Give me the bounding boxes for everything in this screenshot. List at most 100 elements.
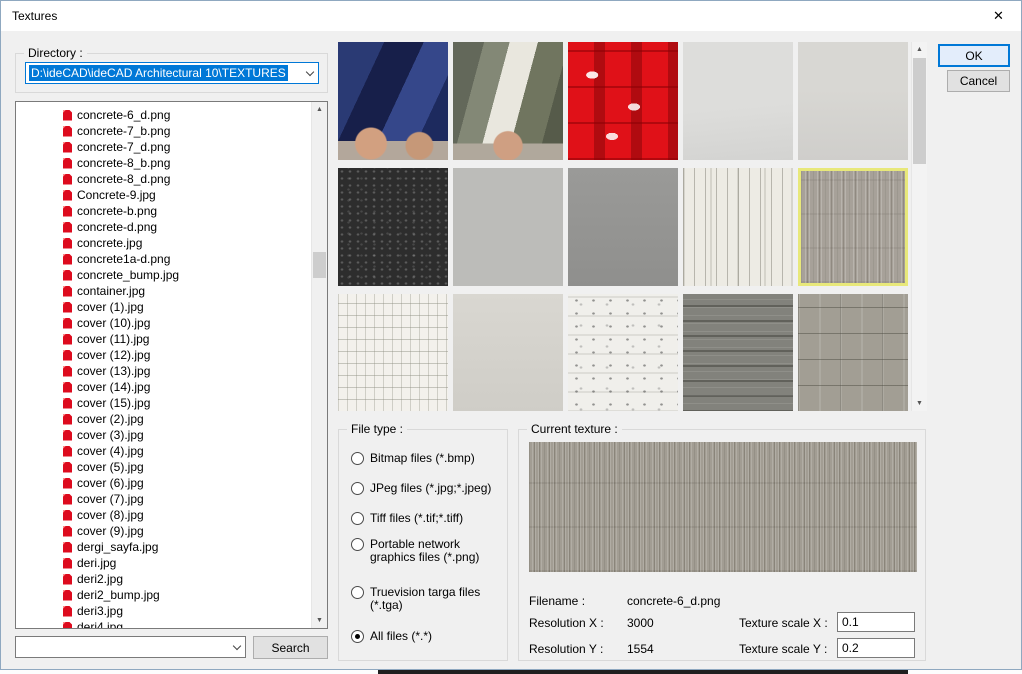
texture-thumbnail-gray-medium[interactable] (568, 168, 678, 286)
texture-thumbnail-fabric-people[interactable] (453, 42, 563, 160)
texture-thumbnail-cola-cans[interactable] (568, 42, 678, 160)
file-list-item[interactable]: concrete-7_d.png (63, 139, 307, 155)
file-icon (63, 302, 72, 313)
chevron-down-icon (305, 67, 313, 75)
file-list-item[interactable]: concrete-d.png (63, 219, 307, 235)
search-combobox[interactable] (15, 636, 246, 658)
file-list-item[interactable]: deri.jpg (63, 555, 307, 571)
texture-thumbnail-asphalt-dark[interactable] (338, 168, 448, 286)
file-list-item[interactable]: concrete-b.png (63, 203, 307, 219)
texture-thumbnail-concrete-grain[interactable] (798, 168, 908, 286)
file-list-scrollbar-thumb[interactable] (313, 252, 326, 278)
filename-label: Filename : (529, 594, 585, 608)
directory-dropdown-button[interactable] (301, 63, 318, 83)
file-type-option[interactable]: Truevision targa files (*.tga) (351, 586, 501, 612)
file-name-label: concrete1a-d.png (77, 252, 170, 266)
file-list-item[interactable]: concrete_bump.jpg (63, 267, 307, 283)
file-icon (63, 142, 72, 153)
file-list-item[interactable]: deri3.jpg (63, 603, 307, 619)
scroll-up-icon[interactable]: ▲ (912, 42, 927, 57)
scroll-down-icon[interactable]: ▼ (312, 613, 327, 628)
file-list-item[interactable]: concrete-8_d.png (63, 171, 307, 187)
file-list-item[interactable]: cover (4).jpg (63, 443, 307, 459)
file-list-item[interactable]: deri4.jpg (63, 619, 307, 629)
cancel-button[interactable]: Cancel (947, 70, 1010, 92)
search-button[interactable]: Search (253, 636, 328, 659)
file-name-label: deri.jpg (77, 556, 116, 570)
file-list-item[interactable]: cover (14).jpg (63, 379, 307, 395)
texture-thumbnail-denim-people[interactable] (338, 42, 448, 160)
file-name-label: concrete-d.png (77, 220, 157, 234)
file-list-item[interactable]: cover (6).jpg (63, 475, 307, 491)
file-type-option[interactable]: All files (*.*) (351, 630, 501, 643)
texture-scale-y-input[interactable] (837, 638, 915, 658)
thumbnail-scrollbar-thumb[interactable] (913, 58, 926, 164)
thumbnail-scrollbar[interactable]: ▲ ▼ (911, 42, 927, 411)
texture-thumbnail-paper-light-b[interactable] (798, 42, 908, 160)
radio-icon (351, 538, 364, 551)
texture-thumbnail-marble-specks[interactable] (568, 294, 678, 411)
texture-thumbnail-plaster-plain[interactable] (453, 294, 563, 411)
file-icon (63, 158, 72, 169)
texture-thumbnail-concrete-blocks[interactable] (798, 294, 908, 411)
file-icon (63, 590, 72, 601)
file-list-item[interactable]: cover (1).jpg (63, 299, 307, 315)
file-list-item[interactable]: concrete-6_d.png (63, 107, 307, 123)
file-icon (63, 318, 72, 329)
file-list-item[interactable]: container.jpg (63, 283, 307, 299)
file-type-option[interactable]: Portable network graphics files (*.png) (351, 538, 501, 564)
file-type-option-label: Portable network graphics files (*.png) (370, 538, 501, 564)
file-type-option[interactable]: Tiff files (*.tif;*.tiff) (351, 512, 501, 525)
file-list-item[interactable]: cover (8).jpg (63, 507, 307, 523)
texture-thumbnail-tile-grid[interactable] (338, 294, 448, 411)
search-dropdown-button[interactable] (228, 637, 245, 657)
directory-combobox[interactable]: D:\ideCAD\ideCAD Architectural 10\TEXTUR… (25, 62, 319, 84)
file-name-label: cover (9).jpg (77, 524, 144, 538)
file-name-label: cover (14).jpg (77, 380, 150, 394)
file-list-item[interactable]: deri2_bump.jpg (63, 587, 307, 603)
close-button[interactable]: ✕ (976, 1, 1021, 31)
file-list-item[interactable]: cover (13).jpg (63, 363, 307, 379)
file-list-item[interactable]: concrete-8_b.png (63, 155, 307, 171)
titlebar[interactable]: Textures (1, 1, 1021, 31)
ok-button[interactable]: OK (938, 44, 1010, 67)
file-list-item[interactable]: concrete-7_b.png (63, 123, 307, 139)
texture-thumbnail-plaster-striped[interactable] (683, 168, 793, 286)
file-type-option[interactable]: JPeg files (*.jpg;*.jpeg) (351, 482, 501, 495)
file-list-item[interactable]: cover (15).jpg (63, 395, 307, 411)
texture-scale-x-input[interactable] (837, 612, 915, 632)
resolution-y-value: 1554 (627, 642, 654, 656)
scroll-down-icon[interactable]: ▼ (912, 396, 927, 411)
file-name-label: cover (6).jpg (77, 476, 144, 490)
radio-icon (351, 586, 364, 599)
file-list-item[interactable]: deri2.jpg (63, 571, 307, 587)
file-list-item[interactable]: cover (3).jpg (63, 427, 307, 443)
file-name-label: deri2_bump.jpg (77, 588, 160, 602)
file-icon (63, 606, 72, 617)
file-list-item[interactable]: dergi_sayfa.jpg (63, 539, 307, 555)
file-name-label: cover (7).jpg (77, 492, 144, 506)
file-name-label: cover (3).jpg (77, 428, 144, 442)
file-icon (63, 446, 72, 457)
file-icon (63, 270, 72, 281)
file-list-scrollbar[interactable]: ▲ ▼ (311, 102, 327, 628)
chevron-down-icon (232, 641, 240, 649)
file-type-option[interactable]: Bitmap files (*.bmp) (351, 452, 501, 465)
file-name-label: cover (4).jpg (77, 444, 144, 458)
texture-thumbnail-concrete-dark[interactable] (683, 294, 793, 411)
texture-thumbnail-paper-light-a[interactable] (683, 42, 793, 160)
file-list-item[interactable]: concrete1a-d.png (63, 251, 307, 267)
file-list-item[interactable]: cover (2).jpg (63, 411, 307, 427)
file-list-item[interactable]: cover (10).jpg (63, 315, 307, 331)
file-list-item[interactable]: concrete.jpg (63, 235, 307, 251)
scroll-up-icon[interactable]: ▲ (312, 102, 327, 117)
file-list-item[interactable]: cover (5).jpg (63, 459, 307, 475)
file-list-item[interactable]: cover (11).jpg (63, 331, 307, 347)
file-list-item[interactable]: Concrete-9.jpg (63, 187, 307, 203)
file-list-item[interactable]: cover (7).jpg (63, 491, 307, 507)
file-list-item[interactable]: cover (12).jpg (63, 347, 307, 363)
file-icon (63, 254, 72, 265)
file-type-option-label: All files (*.*) (370, 630, 432, 643)
texture-thumbnail-gray-flat[interactable] (453, 168, 563, 286)
file-list-item[interactable]: cover (9).jpg (63, 523, 307, 539)
